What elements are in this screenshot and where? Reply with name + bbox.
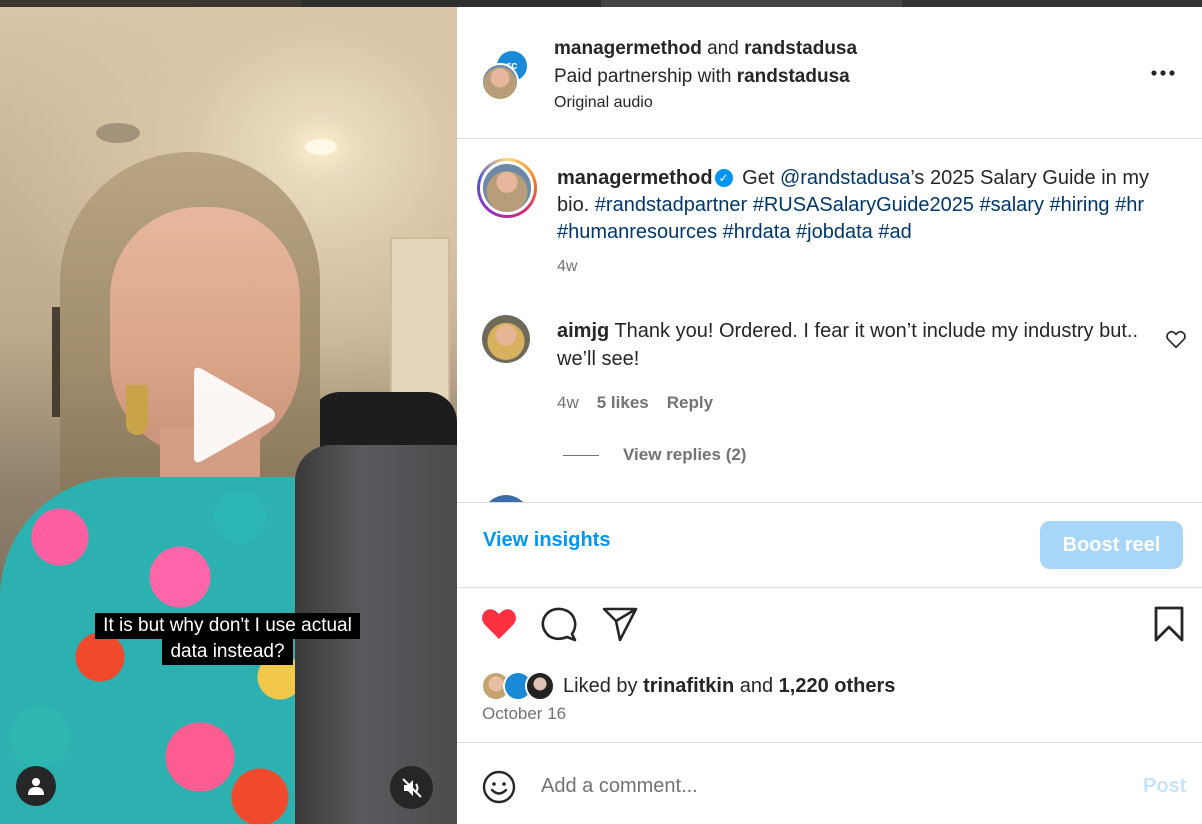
username-link[interactable]: randstadusa bbox=[744, 38, 857, 59]
more-options-button[interactable] bbox=[1150, 63, 1178, 83]
comment-bar: Post bbox=[457, 742, 1202, 824]
video-caption-line: It is but why don't I use actual bbox=[95, 613, 360, 639]
video-caption-line: data instead? bbox=[162, 639, 293, 665]
video-caption: It is but why don't I use actual data in… bbox=[80, 613, 375, 665]
comment-meta: 4w 5 likes Reply bbox=[557, 393, 713, 413]
comment-username[interactable]: aimjg bbox=[557, 320, 609, 342]
story-ring-avatar[interactable] bbox=[477, 158, 537, 218]
post-caption: managermethod ✓ Get @randstadusa’s 2025 S… bbox=[557, 167, 1149, 243]
liked-by-text: Liked by trinafitkin and 1,220 others bbox=[563, 674, 896, 697]
avatar bbox=[525, 671, 555, 701]
top-thumbnail-strip bbox=[0, 0, 1202, 7]
more-icon bbox=[1151, 70, 1175, 76]
avatar[interactable] bbox=[482, 315, 530, 363]
collab-names: managermethod and randstadusa bbox=[554, 38, 858, 59]
tagged-users-button[interactable] bbox=[16, 766, 56, 806]
collab-avatars[interactable]: rc bbox=[481, 49, 537, 105]
view-insights-link[interactable]: View insights bbox=[483, 529, 610, 552]
audio-link[interactable]: Original audio bbox=[554, 93, 653, 113]
partner-link[interactable]: randstadusa bbox=[737, 66, 850, 87]
heart-filled-icon[interactable] bbox=[479, 604, 519, 644]
avatar bbox=[481, 63, 519, 101]
emoji-icon[interactable] bbox=[481, 769, 517, 805]
avatar[interactable] bbox=[482, 495, 530, 502]
bookmark-icon[interactable] bbox=[1149, 604, 1189, 644]
view-replies-button[interactable]: View replies (2) bbox=[563, 445, 746, 465]
insights-bar: View insights Boost reel bbox=[457, 502, 1202, 588]
comment-icon[interactable] bbox=[539, 604, 579, 644]
mention-link[interactable]: @randstadusa bbox=[780, 167, 910, 189]
username-link[interactable]: managermethod bbox=[554, 38, 702, 59]
post-header: rc managermethod and randstadusa Paid pa… bbox=[457, 7, 1202, 139]
hashtags[interactable]: #randstadpartner #RUSASalaryGuide2025 #s… bbox=[557, 194, 1144, 243]
heart-outline-icon[interactable] bbox=[1165, 328, 1187, 350]
user-icon bbox=[28, 778, 44, 795]
comment-likes-count[interactable]: 5 likes bbox=[597, 393, 649, 413]
action-bar bbox=[457, 604, 1202, 652]
comment-text: aimjg Thank you! Ordered. I fear it won’… bbox=[557, 320, 1139, 370]
reply-button[interactable]: Reply bbox=[667, 393, 713, 413]
muted-speaker-icon bbox=[401, 777, 422, 798]
verified-badge-icon: ✓ bbox=[714, 169, 733, 187]
paid-partnership-label: Paid partnership with randstadusa bbox=[554, 66, 850, 87]
likes-summary[interactable]: Liked by trinafitkin and 1,220 others bbox=[481, 670, 895, 702]
caption-username[interactable]: managermethod bbox=[557, 167, 713, 189]
reel-video[interactable]: It is but why don't I use actual data in… bbox=[0, 7, 457, 824]
mute-button[interactable] bbox=[390, 766, 433, 809]
comments-section[interactable]: managermethod ✓ Get @randstadusa’s 2025 S… bbox=[457, 140, 1202, 502]
comment-input[interactable] bbox=[541, 771, 1101, 801]
post-button[interactable]: Post bbox=[1143, 775, 1186, 798]
liker-username[interactable]: trinafitkin bbox=[643, 675, 734, 697]
play-icon[interactable] bbox=[186, 365, 278, 465]
post-date: October 16 bbox=[482, 704, 567, 723]
boost-reel-button[interactable]: Boost reel bbox=[1040, 521, 1183, 569]
others-link[interactable]: 1,220 others bbox=[779, 675, 896, 697]
caption-timestamp: 4w bbox=[557, 258, 578, 275]
post-panel: rc managermethod and randstadusa Paid pa… bbox=[457, 7, 1202, 824]
share-icon[interactable] bbox=[600, 604, 640, 644]
comment-timestamp: 4w bbox=[557, 393, 579, 412]
